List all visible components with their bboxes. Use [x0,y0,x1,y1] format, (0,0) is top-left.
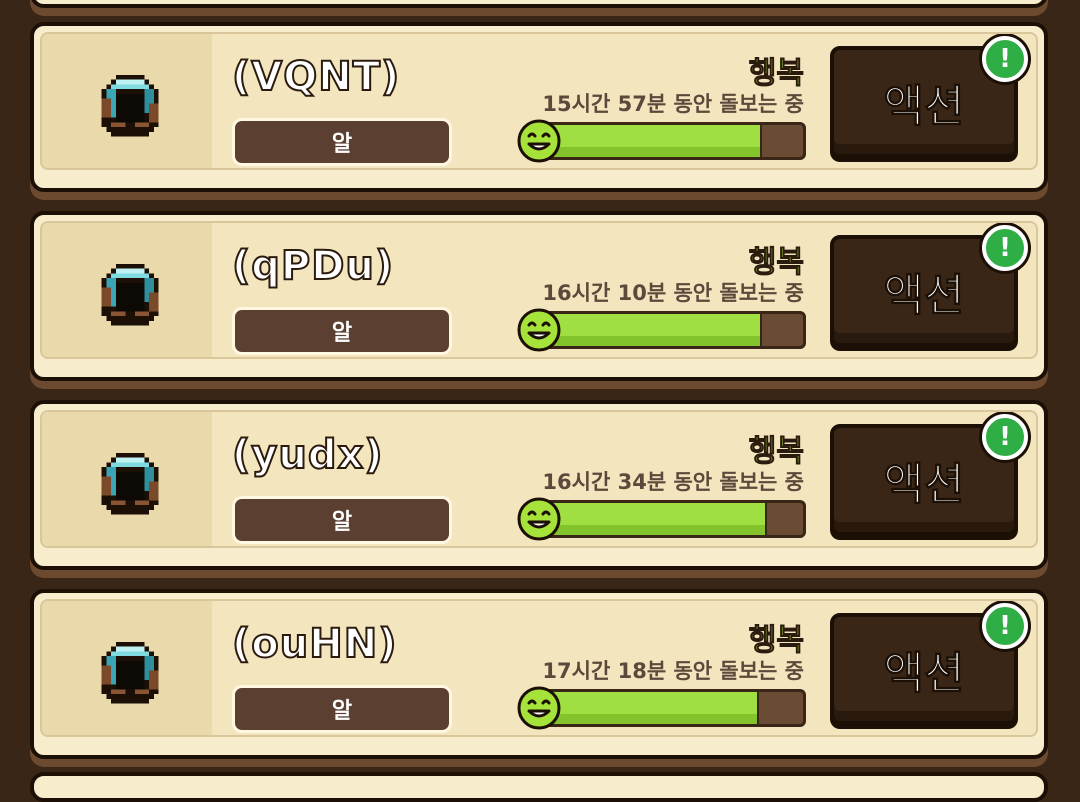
happiness-bar-track [530,500,806,538]
pet-name: (qPDu) [231,242,395,290]
happiness-bar-fill [533,692,760,724]
care-duration-text: 15시간 57분 동안 돌보는 중 [542,92,804,116]
happiness-bar [516,119,806,163]
exclamation-icon[interactable]: ! [982,225,1028,271]
pet-avatar-panel [42,34,212,168]
mood-label: 행복 [748,245,804,281]
happiness-bar [516,686,806,730]
pet-card: (yudx) 알 행복 16시간 34분 동안 돌보는 중 액션 ! [30,400,1048,570]
care-duration-text: 16시간 34분 동안 돌보는 중 [542,470,804,494]
pet-card: (qPDu) 알 행복 16시간 10분 동안 돌보는 중 액션 ! [30,211,1048,381]
smile-face-icon [517,308,561,352]
action-button-label: 액션 [883,648,965,700]
pet-avatar-panel [42,601,212,735]
happiness-bar-track [530,689,806,727]
pet-avatar-panel [42,412,212,546]
happiness-bar-fill [533,314,762,346]
mood-label: 행복 [748,623,804,659]
care-duration-text: 17시간 18분 동안 돌보는 중 [542,659,804,683]
next-card-edge [30,772,1048,802]
happiness-bar-fill [533,503,768,535]
action-button-label: 액션 [883,81,965,133]
pet-stage-badge: 알 [232,307,452,355]
exclamation-icon[interactable]: ! [982,36,1028,82]
pet-stage-badge: 알 [232,118,452,166]
care-duration-text: 16시간 10분 동안 돌보는 중 [542,281,804,305]
pet-card: (ouHN) 알 행복 17시간 18분 동안 돌보는 중 액션 ! [30,589,1048,759]
happiness-bar [516,497,806,541]
pet-name: (yudx) [231,431,384,479]
pet-card-body: (ouHN) 알 행복 17시간 18분 동안 돌보는 중 액션 ! [40,599,1038,737]
pet-card-body: (qPDu) 알 행복 16시간 10분 동안 돌보는 중 액션 ! [40,221,1038,359]
happiness-bar-fill [533,125,762,157]
pet-stage-badge: 알 [232,685,452,733]
pet-card-body: (yudx) 알 행복 16시간 34분 동안 돌보는 중 액션 ! [40,410,1038,548]
egg-icon [101,263,159,326]
pet-name: (ouHN) [231,620,398,668]
pet-card: (VQNT) 알 행복 15시간 57분 동안 돌보는 중 액션 ! [30,22,1048,192]
smile-face-icon [517,686,561,730]
exclamation-icon[interactable]: ! [982,414,1028,460]
mood-label: 행복 [748,56,804,92]
previous-card-edge [30,0,1048,8]
happiness-bar-track [530,311,806,349]
happiness-bar [516,308,806,352]
happiness-bar-track [530,122,806,160]
exclamation-icon[interactable]: ! [982,603,1028,649]
pet-stage-badge: 알 [232,496,452,544]
smile-face-icon [517,497,561,541]
egg-icon [101,641,159,704]
egg-icon [101,452,159,515]
egg-icon [101,74,159,137]
smile-face-icon [517,119,561,163]
action-button-label: 액션 [883,270,965,322]
mood-label: 행복 [748,434,804,470]
pet-list: (VQNT) 알 행복 15시간 57분 동안 돌보는 중 액션 ! (qPDu… [0,0,1080,802]
action-button-label: 액션 [883,459,965,511]
pet-name: (VQNT) [231,53,401,101]
pet-card-body: (VQNT) 알 행복 15시간 57분 동안 돌보는 중 액션 ! [40,32,1038,170]
pet-avatar-panel [42,223,212,357]
